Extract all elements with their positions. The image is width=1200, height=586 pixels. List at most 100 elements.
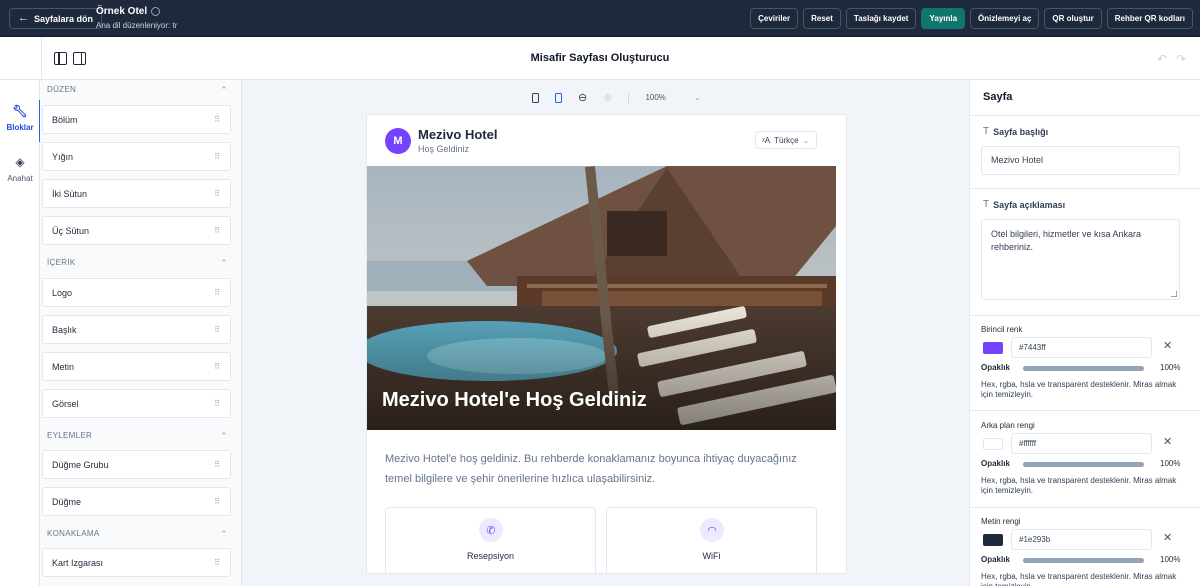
drag-handle-icon[interactable]: ⠿: [214, 115, 220, 124]
block-item-section[interactable]: Bölüm ⠿: [42, 105, 231, 134]
clear-icon[interactable]: ✕: [1163, 339, 1172, 352]
color-swatch[interactable]: [983, 342, 1003, 354]
block-item-stack[interactable]: Yığın ⠿: [42, 142, 231, 171]
mobile-preview-icon[interactable]: [532, 92, 539, 103]
color-hex-input[interactable]: #7443ff: [1011, 337, 1152, 358]
block-item-logo[interactable]: Logo ⠿: [42, 278, 231, 307]
drag-handle-icon[interactable]: ⠿: [214, 226, 220, 235]
zoom-select[interactable]: 100% ⌄: [645, 93, 700, 102]
block-item-two-columns[interactable]: İki Sütun ⠿: [42, 179, 231, 208]
rail-label-outline: Anahat: [7, 174, 33, 183]
color-label: Birincil renk: [981, 325, 1023, 334]
opacity-value: 100%: [1160, 555, 1181, 564]
inspector-panel: Sayfa T Sayfa başlığı Mezivo Hotel T Say…: [969, 80, 1200, 586]
guide-qr-codes-button[interactable]: Rehber QR kodları: [1106, 8, 1193, 29]
publish-button[interactable]: Yayınla: [921, 8, 966, 29]
drag-handle-icon[interactable]: ⠿: [214, 460, 220, 469]
zoom-out-icon[interactable]: ⊖: [578, 91, 587, 104]
language-select[interactable]: ᵡA Türkçe ⌄: [755, 131, 817, 149]
card-reception[interactable]: ✆ Resepsiyon: [385, 507, 596, 573]
opacity-slider[interactable]: [1023, 366, 1144, 371]
redo-icon[interactable]: ↷: [1176, 52, 1186, 66]
drag-handle-icon[interactable]: ⠿: [214, 288, 220, 297]
color-hex-input[interactable]: #1e293b: [1011, 529, 1152, 550]
section-layout[interactable]: DÜZEN ⌃: [40, 85, 241, 105]
opacity-slider[interactable]: [1023, 558, 1144, 563]
toolbar-actions: Çeviriler Reset Taslağı kaydet Yayınla Ö…: [750, 8, 1193, 29]
page-title-input[interactable]: Mezivo Hotel: [981, 146, 1180, 175]
color-label: Metin rengi: [981, 517, 1021, 526]
top-bar: ← Sayfalara dön Örnek Otel Ana dil düzen…: [0, 0, 1200, 37]
page-description-value: Otel bilgileri, hizmetler ve kısa Ankara…: [991, 229, 1142, 252]
hero-title[interactable]: Mezivo Hotel'e Hoş Geldiniz: [382, 389, 647, 412]
text-type-icon: T: [983, 126, 990, 137]
resize-handle-icon[interactable]: [1171, 291, 1177, 297]
drag-handle-icon[interactable]: ⠿: [214, 362, 220, 371]
block-item-three-columns[interactable]: Üç Sütun ⠿: [42, 216, 231, 245]
rail-label-blocks: Bloklar: [6, 123, 34, 132]
info-icon[interactable]: [151, 7, 161, 16]
page-description-textarea[interactable]: Otel bilgileri, hizmetler ve kısa Ankara…: [981, 219, 1180, 300]
page-title-label: T Sayfa başlığı: [983, 126, 1048, 137]
divider: [970, 507, 1200, 508]
drag-handle-icon[interactable]: ⠿: [214, 189, 220, 198]
chevron-down-icon: ⌄: [693, 93, 701, 102]
hero-image[interactable]: Mezivo Hotel'e Hoş Geldiniz: [367, 166, 836, 430]
block-item-card-grid[interactable]: Kart Izgarası ⠿: [42, 548, 231, 577]
rail-item-outline[interactable]: ◈ Anahat: [0, 155, 40, 183]
block-item-image[interactable]: Görsel ⠿: [42, 389, 231, 418]
page-description-label-text: Sayfa açıklaması: [993, 199, 1066, 210]
site-title-text: Örnek Otel: [96, 6, 148, 17]
section-actions[interactable]: EYLEMLER ⌃: [40, 431, 241, 451]
reset-button[interactable]: Reset: [803, 8, 841, 29]
hotel-name[interactable]: Mezivo Hotel: [418, 127, 497, 142]
divider: [628, 92, 630, 103]
drag-handle-icon[interactable]: ⠿: [214, 325, 220, 334]
block-item-text[interactable]: Metin ⠿: [42, 352, 231, 381]
hotel-logo[interactable]: M: [385, 128, 411, 154]
drag-handle-icon[interactable]: ⠿: [214, 558, 220, 567]
back-button-label: Sayfalara dön: [34, 13, 94, 24]
card-title: Resepsiyon: [466, 551, 515, 561]
card-wifi[interactable]: ◠ WiFi: [606, 507, 817, 573]
opacity-value: 100%: [1160, 459, 1181, 468]
block-item-button[interactable]: Düğme ⠿: [42, 487, 231, 516]
phone-icon: ✆: [479, 518, 503, 542]
zoom-in-icon[interactable]: ⊕: [603, 91, 612, 104]
chevron-down-icon: ⌄: [802, 135, 810, 145]
save-draft-button[interactable]: Taslağı kaydet: [845, 8, 917, 29]
translations-button[interactable]: Çeviriler: [750, 8, 799, 29]
drag-handle-icon[interactable]: ⠿: [214, 399, 220, 408]
hotel-subtitle[interactable]: Hoş Geldiniz: [418, 144, 469, 154]
back-to-pages-button[interactable]: ← Sayfalara dön: [9, 8, 103, 29]
blocks-panel: DÜZEN ⌃ Bölüm ⠿ Yığın ⠿ İki Sütun ⠿ Üç Sütu…: [40, 80, 242, 586]
opacity-fill: [1023, 366, 1144, 371]
color-swatch[interactable]: [983, 534, 1003, 546]
section-accommodation[interactable]: KONAKLAMA ⌃: [40, 529, 241, 549]
section-content[interactable]: İÇERİK ⌃: [40, 258, 241, 278]
drag-handle-icon[interactable]: ⠿: [214, 152, 220, 161]
block-item-button-group[interactable]: Düğme Grubu ⠿: [42, 450, 231, 479]
wifi-icon: ◠: [700, 518, 724, 542]
clear-icon[interactable]: ✕: [1163, 435, 1172, 448]
chevron-up-icon: ⌃: [220, 431, 228, 441]
drag-handle-icon[interactable]: ⠿: [214, 497, 220, 506]
rail-item-blocks[interactable]: 🔧︎ Bloklar: [0, 100, 41, 142]
chevron-up-icon: ⌃: [220, 258, 228, 268]
opacity-slider[interactable]: [1023, 462, 1144, 467]
page-description-label: T Sayfa açıklaması: [983, 199, 1065, 210]
left-rail: 🔧︎ Bloklar ◈ Anahat: [0, 80, 41, 586]
block-label: Kart Izgarası: [52, 557, 104, 568]
editing-language-note: Ana dil düzenleniyor: tr: [96, 21, 178, 30]
section-label: KONAKLAMA: [47, 529, 100, 538]
undo-icon[interactable]: ↶: [1157, 52, 1167, 66]
tablet-preview-icon[interactable]: [555, 92, 562, 103]
open-preview-button[interactable]: Önizlemeyi aç: [970, 8, 1040, 29]
color-help-text: Hex, rgba, hsla ve transparent desteklen…: [981, 572, 1177, 586]
block-item-heading[interactable]: Başlık ⠿: [42, 315, 231, 344]
intro-text[interactable]: Mezivo Hotel'e hoş geldiniz. Bu rehberde…: [385, 449, 815, 489]
color-swatch[interactable]: [983, 438, 1003, 450]
clear-icon[interactable]: ✕: [1163, 531, 1172, 544]
generate-qr-button[interactable]: QR oluştur: [1044, 8, 1102, 29]
color-hex-input[interactable]: #ffffff: [1011, 433, 1152, 454]
